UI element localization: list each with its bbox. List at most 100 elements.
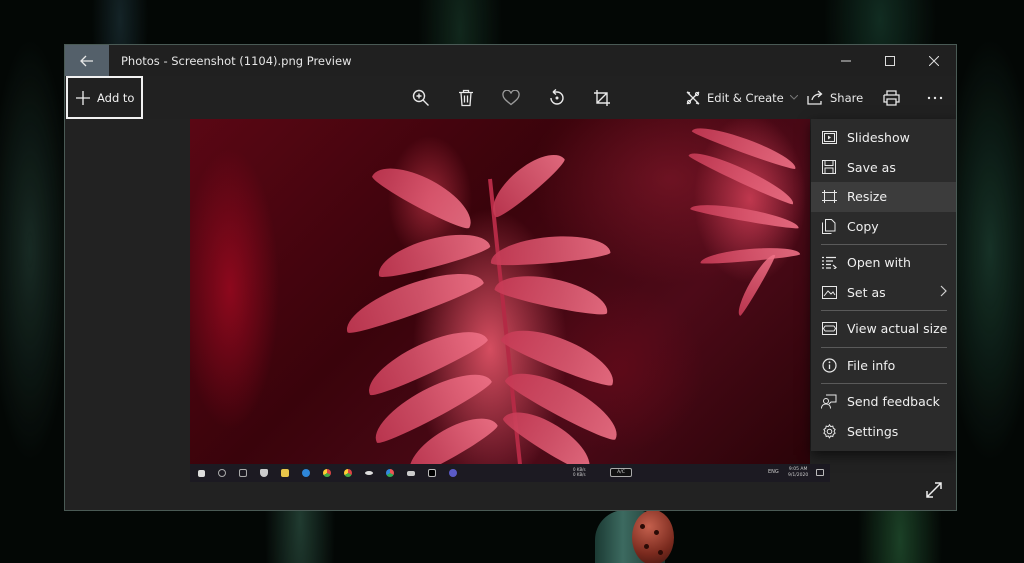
menu-item-send-feedback[interactable]: Send feedback [811,387,956,417]
fern-leaf [699,244,801,266]
delete-button[interactable] [455,87,477,109]
menu-item-slideshow[interactable]: Slideshow [811,123,956,153]
menu-item-resize[interactable]: Resize [811,182,956,212]
menu-item-set-as[interactable]: Set as [811,278,956,308]
menu-item-label: Save as [847,159,896,175]
edit-create-button[interactable]: Edit & Create [685,76,798,119]
window-controls [824,45,956,76]
back-button[interactable] [65,45,109,76]
menu-item-settings[interactable]: Settings [811,417,956,447]
window-title: Photos - Screenshot (1104).png Preview [121,53,352,68]
slideshow-icon [821,130,837,146]
wallpaper-ladybug [632,510,674,563]
terminal-icon [428,469,436,477]
zoom-in-icon [412,89,429,106]
menu-item-label: View actual size [847,321,948,337]
fern-leaf [369,154,481,234]
menu-item-save-as[interactable]: Save as [811,153,956,183]
actual-size-icon [821,321,837,337]
edit-create-label: Edit & Create [707,90,784,105]
menu-separator [821,244,947,245]
add-to-label: Add to [97,90,135,105]
maximize-button[interactable] [868,45,912,76]
file-explorer-icon [281,469,289,477]
title-bar: Photos - Screenshot (1104).png Preview [65,45,956,76]
menu-separator [821,310,947,311]
language-indicator: ENG [768,469,779,475]
chrome-icon [344,469,352,477]
menu-item-label: Slideshow [847,130,910,146]
search-icon [218,469,226,477]
feedback-icon [821,394,837,410]
edit-create-icon [686,90,700,105]
zoom-in-button[interactable] [410,87,432,109]
crop-icon [594,90,610,106]
arrow-left-icon [80,55,93,66]
favorite-button[interactable] [500,87,522,109]
menu-item-label: Copy [847,218,879,234]
fern-leaf [489,231,611,269]
expand-icon [926,482,942,498]
edge-icon [302,469,310,477]
printer-icon [882,90,900,106]
more-options-menu: Slideshow Save as Resize Copy Open with … [811,119,956,451]
open-with-icon [821,255,837,271]
share-button[interactable]: Share [807,76,863,119]
menu-item-label: Settings [847,423,899,439]
windows-start-icon [198,469,205,477]
menu-item-label: File info [847,357,896,373]
fullscreen-button[interactable] [922,478,946,502]
notification-icon [816,469,824,476]
close-icon [929,55,939,66]
rotate-button[interactable] [546,87,568,109]
browser-icon [386,469,394,477]
minimize-button[interactable] [824,45,868,76]
menu-separator [821,346,947,348]
menu-item-label: Set as [847,284,886,300]
fern-leaf [689,199,801,231]
rotate-icon [550,89,564,105]
fern-leaf [493,267,612,319]
minimize-icon [841,60,851,61]
cloud-icon [365,471,373,475]
chrome-icon [323,469,331,477]
gear-icon [821,423,837,439]
photos-window: Photos - Screenshot (1104).png Preview A… [64,44,957,511]
shield-icon [260,469,268,477]
photo-preview[interactable]: ! The file didn't download. [190,119,810,464]
add-to-button[interactable]: Add to [66,76,143,119]
set-as-icon [821,284,837,300]
share-label: Share [830,90,864,105]
heart-icon [502,90,520,106]
print-button[interactable] [880,87,902,109]
close-button[interactable] [912,45,956,76]
menu-item-file-info[interactable]: File info [811,351,956,381]
menu-item-label: Send feedback [847,394,940,410]
menu-item-copy[interactable]: Copy [811,212,956,242]
fern-leaf [482,143,568,221]
app-icon [449,469,457,477]
crop-button[interactable] [591,87,613,109]
drive-icon [407,470,415,476]
fern-leaf [373,224,492,282]
share-icon [807,90,823,105]
menu-item-view-actual-size[interactable]: View actual size [811,314,956,344]
maximize-icon [885,55,895,66]
more-icon [927,96,943,100]
menu-item-open-with[interactable]: Open with [811,248,956,278]
taskbar-clock: 9:05 AM 9/1/2020 [788,467,809,478]
plus-icon [76,90,90,105]
toolbar: Add to Edit & Create Share [65,76,956,119]
menu-separator [821,383,947,384]
chevron-right-icon [940,285,947,296]
keyboard-indicator: A/C [610,468,632,477]
more-button[interactable] [924,87,946,109]
copy-icon [821,218,837,234]
delete-icon [459,89,473,107]
save-icon [821,159,837,175]
net-speed: 0 KB/s 0 KB/s [573,467,586,477]
menu-item-label: Resize [847,189,888,205]
resize-icon [821,189,837,205]
menu-item-label: Open with [847,255,911,271]
screenshot-taskbar: 0 KB/s 0 KB/s A/C ENG 9:05 AM 9/1/2020 [190,464,830,482]
